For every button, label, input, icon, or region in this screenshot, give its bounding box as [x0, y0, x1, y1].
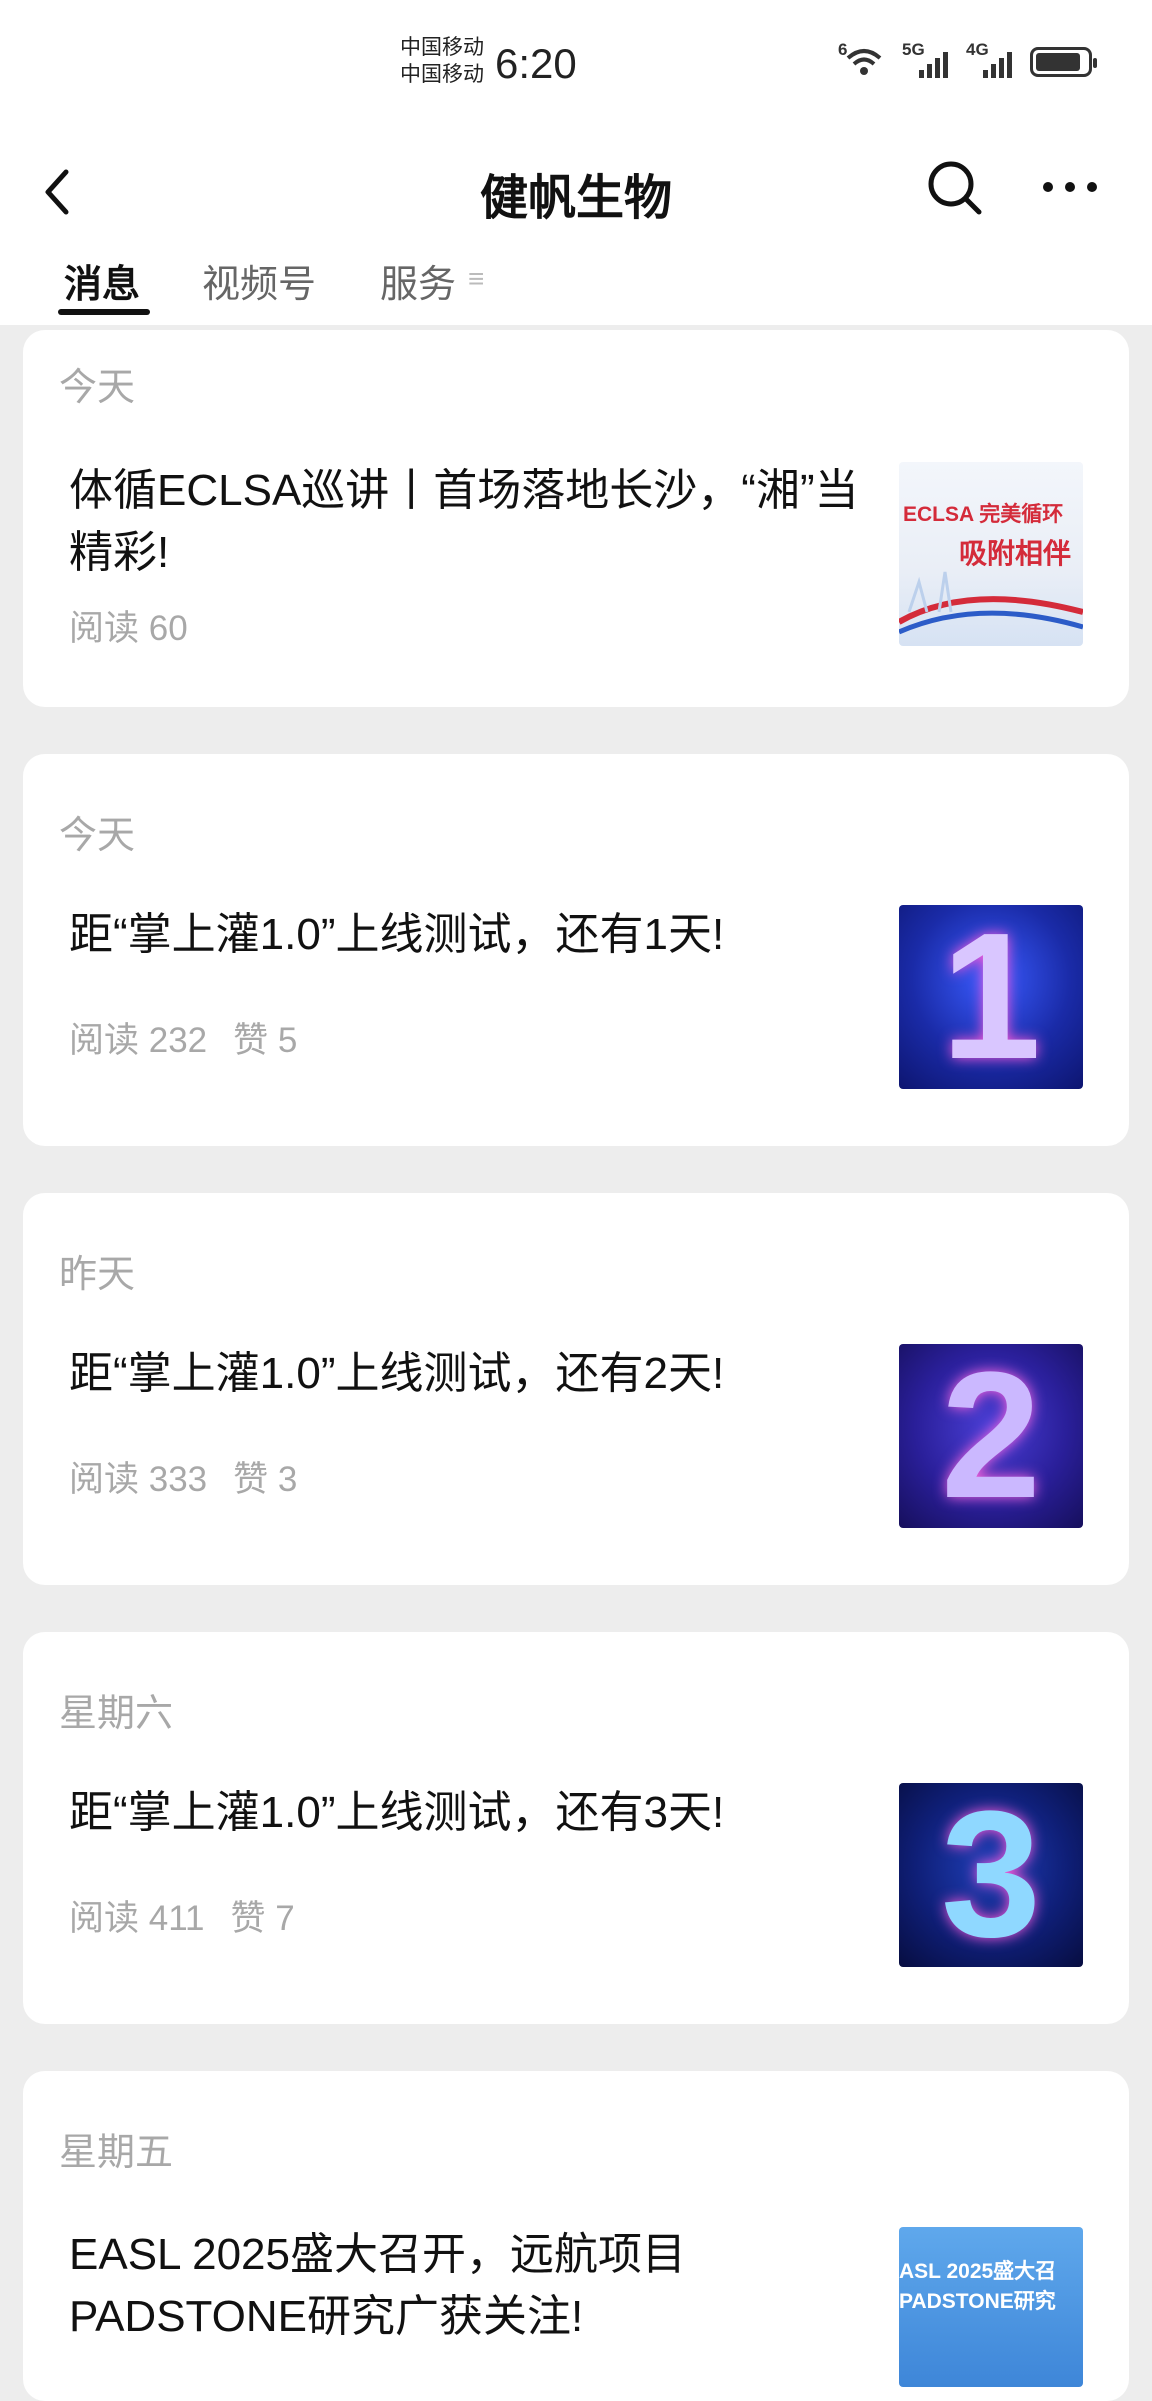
- thumb-numeral: 1: [940, 905, 1042, 1089]
- tab-services[interactable]: 服务: [380, 253, 456, 308]
- thumb-numeral: 2: [940, 1344, 1042, 1528]
- like-count: 赞 7: [230, 1899, 295, 1938]
- system-icons: 6 5G 4G: [838, 40, 1097, 80]
- carrier-1: 中国移动: [400, 36, 484, 59]
- tab-channels[interactable]: 视频号: [202, 253, 316, 308]
- like-count: 赞 5: [233, 1021, 298, 1060]
- menu-icon[interactable]: ≡: [468, 263, 484, 295]
- active-tab-indicator: [58, 309, 150, 315]
- tab-messages[interactable]: 消息: [64, 253, 140, 308]
- thumb-caption: ECLSA 完美循环: [903, 503, 1064, 526]
- article-title[interactable]: 距“掌上灌1.0”上线测试，还有1天!: [69, 904, 889, 966]
- article-date: 星期六: [59, 1693, 174, 1735]
- wifi-icon: 6: [838, 40, 884, 80]
- article-title[interactable]: 距“掌上灌1.0”上线测试，还有3天!: [69, 1782, 889, 1844]
- carrier-info: 中国移动 中国移动: [400, 34, 484, 88]
- article-thumbnail[interactable]: 2: [899, 1344, 1083, 1528]
- article-date: 昨天: [59, 1254, 136, 1296]
- status-bar: 中国移动 中国移动 6:20 6 5G 4G: [0, 0, 1152, 140]
- read-count: 阅读 232: [69, 1021, 208, 1060]
- article-stats: 阅读 232 赞 5: [69, 1012, 297, 1063]
- carrier-2: 中国移动: [400, 63, 484, 86]
- more-button[interactable]: [1040, 172, 1100, 202]
- signal-5g-icon: 5G: [902, 40, 948, 80]
- article-thumbnail[interactable]: ASL 2025盛大召 PADSTONE研究: [899, 2227, 1083, 2387]
- article-thumbnail[interactable]: 3: [899, 1783, 1083, 1967]
- search-button[interactable]: [925, 158, 985, 218]
- article-card[interactable]: 昨天 距“掌上灌1.0”上线测试，还有2天! 阅读 333 赞 3 2: [23, 1193, 1129, 1585]
- search-icon: [928, 161, 982, 215]
- article-thumbnail[interactable]: ECLSA 完美循环 吸附相伴: [899, 462, 1083, 646]
- thumb-caption: PADSTONE研究: [899, 2290, 1056, 2313]
- article-title[interactable]: 体循ECLSA巡讲丨首场落地长沙，“湘”当精彩!: [69, 460, 889, 584]
- app-header: 健帆生物: [0, 140, 1152, 245]
- read-count: 阅读 411: [69, 1899, 205, 1938]
- article-stats: 阅读 60: [69, 600, 188, 651]
- signal-4g-icon: 4G: [966, 40, 1012, 80]
- article-date: 星期五: [59, 2132, 174, 2174]
- article-date: 今天: [59, 815, 136, 857]
- thumb-numeral: 3: [940, 1783, 1042, 1967]
- read-count: 阅读 60: [69, 609, 188, 648]
- article-title[interactable]: 距“掌上灌1.0”上线测试，还有2天!: [69, 1343, 889, 1405]
- battery-icon: [1030, 47, 1097, 77]
- thumb-caption: ASL 2025盛大召: [899, 2260, 1057, 2283]
- more-horizontal-icon: [1043, 182, 1097, 192]
- like-count: 赞 3: [233, 1460, 298, 1499]
- article-card[interactable]: 今天 体循ECLSA巡讲丨首场落地长沙，“湘”当精彩! 阅读 60 ECLSA …: [23, 330, 1129, 707]
- article-title[interactable]: EASL 2025盛大召开，远航项目PADSTONE研究广获关注!: [69, 2224, 889, 2348]
- read-count: 阅读 333: [69, 1460, 208, 1499]
- article-card[interactable]: 星期六 距“掌上灌1.0”上线测试，还有3天! 阅读 411 赞 7 3: [23, 1632, 1129, 2024]
- article-stats: 阅读 333 赞 3: [69, 1451, 297, 1502]
- article-date: 今天: [59, 367, 136, 409]
- article-card[interactable]: 星期五 EASL 2025盛大召开，远航项目PADSTONE研究广获关注! AS…: [23, 2071, 1129, 2401]
- article-card[interactable]: 今天 距“掌上灌1.0”上线测试，还有1天! 阅读 232 赞 5 1: [23, 754, 1129, 1146]
- article-thumbnail[interactable]: 1: [899, 905, 1083, 1089]
- status-time: 6:20: [495, 40, 577, 87]
- article-stats: 阅读 411 赞 7: [69, 1890, 295, 1941]
- thumb-caption: 吸附相伴: [959, 538, 1072, 569]
- tab-bar: 消息 视频号 服务 ≡: [0, 245, 1152, 325]
